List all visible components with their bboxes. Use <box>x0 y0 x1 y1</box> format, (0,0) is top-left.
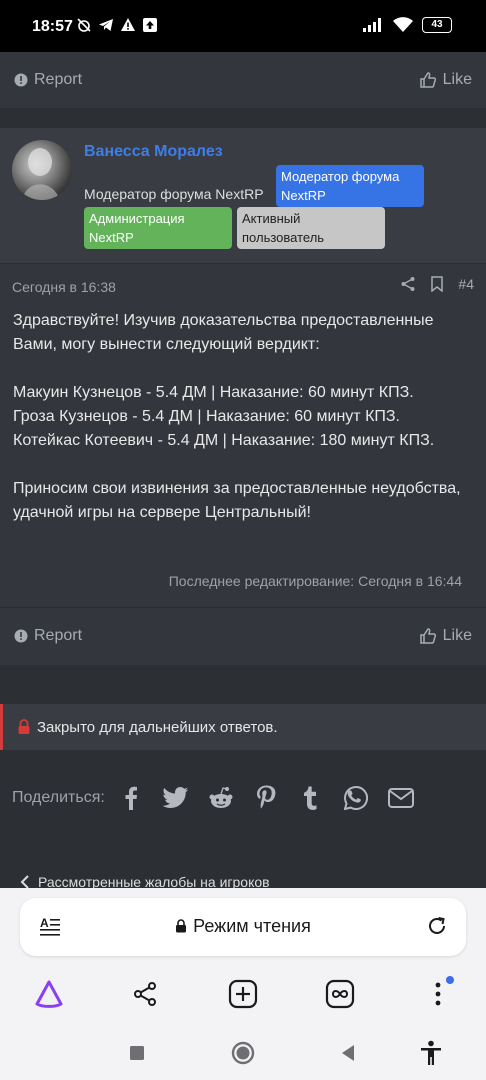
report-icon <box>14 73 28 87</box>
more-icon[interactable] <box>420 976 456 1012</box>
alarm-off-icon <box>77 18 91 32</box>
report-label: Report <box>34 626 83 644</box>
thread-closed-text: Закрыто для дальнейших ответов. <box>37 718 278 736</box>
share-icon[interactable] <box>400 276 416 292</box>
last-edited-note: Последнее редактирование: Сегодня в 16:4… <box>168 573 462 589</box>
alice-icon[interactable] <box>31 976 67 1012</box>
author-title: Модератор форума NextRP <box>84 186 264 202</box>
like-button[interactable]: Like <box>419 71 472 89</box>
like-label: Like <box>442 71 472 88</box>
recents-icon[interactable] <box>122 1038 152 1068</box>
verdict-line: Макуин Кузнецов - 5.4 ДМ | Наказание: 60… <box>13 384 414 401</box>
chevron-left-icon <box>20 875 29 889</box>
browser-chrome: A Режим чтения <box>0 888 486 1080</box>
forum-post: Ванесса Моралез Модератор форума NextRP … <box>0 128 486 665</box>
post-number-link[interactable]: #4 <box>458 276 474 292</box>
report-button[interactable]: Report <box>14 627 82 645</box>
like-button[interactable]: Like <box>419 627 472 645</box>
post-body: Здравствуйте! Изучив доказательства пред… <box>13 309 475 525</box>
new-tab-icon[interactable] <box>225 976 261 1012</box>
post-date-link[interactable]: Сегодня в 16:38 <box>12 279 116 295</box>
thumbs-up-icon <box>419 627 436 644</box>
telegram-icon <box>99 19 113 31</box>
email-icon[interactable] <box>387 784 415 812</box>
like-label: Like <box>442 626 472 644</box>
share-row: Поделиться: <box>12 780 482 816</box>
back-icon[interactable] <box>333 1038 363 1068</box>
accessibility-icon[interactable] <box>416 1038 446 1068</box>
post-paragraph-greeting: Здравствуйте! Изучив доказательства пред… <box>13 312 434 353</box>
report-button[interactable]: Report <box>14 71 82 89</box>
upload-icon <box>143 18 157 32</box>
bookmark-icon[interactable] <box>430 276 444 292</box>
status-right: 43 <box>362 17 452 33</box>
lock-icon <box>18 719 30 734</box>
thumbs-up-icon <box>419 72 436 88</box>
status-time: 18:57 <box>32 18 73 35</box>
twitter-icon[interactable] <box>162 784 190 812</box>
tabs-icon[interactable] <box>322 976 358 1012</box>
address-bar[interactable]: A Режим чтения <box>20 898 466 956</box>
lock-icon <box>176 919 187 933</box>
reddit-icon[interactable] <box>207 784 235 812</box>
status-icons <box>76 17 158 33</box>
status-bar: 18:57 43 <box>0 0 486 52</box>
whatsapp-icon[interactable] <box>342 784 370 812</box>
author-name-link[interactable]: Ванесса Моралез <box>84 143 223 161</box>
wifi-icon <box>393 17 413 32</box>
report-label: Report <box>34 71 83 88</box>
tumblr-icon[interactable] <box>297 784 325 812</box>
badge-moderator: Модератор форума NextRP <box>276 165 424 207</box>
badge-active-user: Активный пользователь <box>237 207 385 249</box>
browser-toolbar <box>0 968 486 1020</box>
verdict-line: Котейкас Котеевич - 5.4 ДМ | Наказание: … <box>13 432 435 449</box>
report-icon <box>14 629 28 642</box>
post-actions: #4 <box>400 276 474 292</box>
avatar[interactable] <box>12 140 72 200</box>
notification-dot <box>446 976 454 984</box>
address-title-text: Режим чтения <box>193 916 311 936</box>
address-title: Режим чтения <box>20 916 466 937</box>
post-paragraph-closing: Приносим свои извинения за предоставленн… <box>13 480 461 521</box>
signal-icon <box>363 18 381 32</box>
post-author-header: Ванесса Моралез Модератор форума NextRP … <box>0 128 486 264</box>
home-icon[interactable] <box>228 1038 258 1068</box>
badge-administration: Администрация NextRP <box>84 207 232 249</box>
share-icon[interactable] <box>127 976 163 1012</box>
verdict-line: Гроза Кузнецов - 5.4 ДМ | Наказание: 60 … <box>13 408 400 425</box>
pinterest-icon[interactable] <box>252 784 280 812</box>
warning-icon <box>121 18 135 31</box>
previous-post-footer: Report Like <box>0 52 486 108</box>
system-nav-bar <box>0 1028 486 1080</box>
post-footer: Report Like <box>0 607 486 663</box>
battery-indicator: 43 <box>422 17 452 33</box>
facebook-icon[interactable] <box>117 784 145 812</box>
post-meta: Сегодня в 16:38 #4 <box>0 264 486 308</box>
share-label: Поделиться: <box>12 789 105 806</box>
reload-icon[interactable] <box>426 915 448 937</box>
thread-closed-notice: Закрыто для дальнейших ответов. <box>0 704 486 750</box>
avatar-image <box>22 148 60 200</box>
